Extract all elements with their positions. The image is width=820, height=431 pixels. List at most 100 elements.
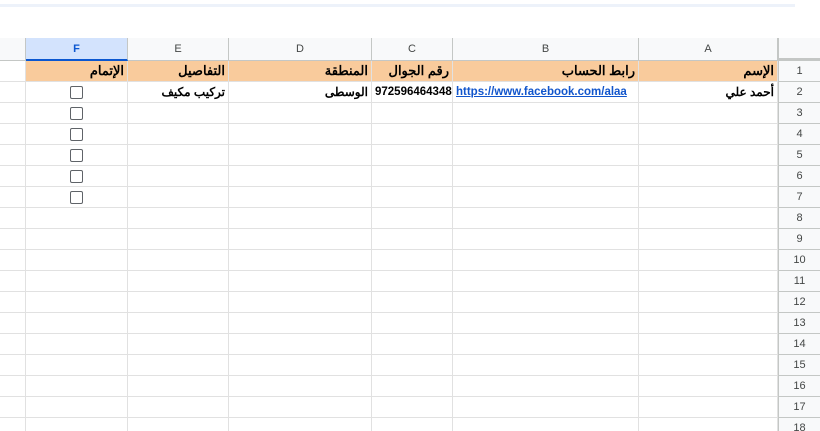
cell-e10[interactable] bbox=[128, 250, 229, 271]
cell-b2[interactable]: https://www.facebook.com/alaa bbox=[453, 82, 639, 103]
cell-g1[interactable] bbox=[0, 61, 26, 82]
cell-c11[interactable] bbox=[372, 271, 453, 292]
cell-a14[interactable] bbox=[639, 334, 778, 355]
cell-g3[interactable] bbox=[0, 103, 26, 124]
cell-d7[interactable] bbox=[229, 187, 372, 208]
cell-f10[interactable] bbox=[26, 250, 128, 271]
cell-a11[interactable] bbox=[639, 271, 778, 292]
row-header-5[interactable]: 5 bbox=[778, 145, 820, 166]
cell-b15[interactable] bbox=[453, 355, 639, 376]
cell-b4[interactable] bbox=[453, 124, 639, 145]
cell-b3[interactable] bbox=[453, 103, 639, 124]
cell-c8[interactable] bbox=[372, 208, 453, 229]
cell-d2[interactable]: الوسطى bbox=[229, 82, 372, 103]
cell-f7[interactable] bbox=[26, 187, 128, 208]
cell-f15[interactable] bbox=[26, 355, 128, 376]
row-header-14[interactable]: 14 bbox=[778, 334, 820, 355]
column-header-f[interactable]: F bbox=[26, 38, 128, 61]
row-header-2[interactable]: 2 bbox=[778, 82, 820, 103]
cell-a17[interactable] bbox=[639, 397, 778, 418]
cell-a9[interactable] bbox=[639, 229, 778, 250]
row-header-10[interactable]: 10 bbox=[778, 250, 820, 271]
cell-b17[interactable] bbox=[453, 397, 639, 418]
cell-g9[interactable] bbox=[0, 229, 26, 250]
cell-a7[interactable] bbox=[639, 187, 778, 208]
cell-f16[interactable] bbox=[26, 376, 128, 397]
cell-e17[interactable] bbox=[128, 397, 229, 418]
cell-c15[interactable] bbox=[372, 355, 453, 376]
cell-b16[interactable] bbox=[453, 376, 639, 397]
cell-f6[interactable] bbox=[26, 166, 128, 187]
cell-d1[interactable]: المنطقة bbox=[229, 61, 372, 82]
cell-f3[interactable] bbox=[26, 103, 128, 124]
cell-b1[interactable]: رابط الحساب bbox=[453, 61, 639, 82]
cell-g5[interactable] bbox=[0, 145, 26, 166]
cell-g4[interactable] bbox=[0, 124, 26, 145]
cell-a12[interactable] bbox=[639, 292, 778, 313]
cell-b11[interactable] bbox=[453, 271, 639, 292]
column-header-c[interactable]: C bbox=[372, 38, 453, 61]
completion-checkbox[interactable] bbox=[70, 127, 83, 141]
cell-d16[interactable] bbox=[229, 376, 372, 397]
cell-b6[interactable] bbox=[453, 166, 639, 187]
cell-e3[interactable] bbox=[128, 103, 229, 124]
cell-g7[interactable] bbox=[0, 187, 26, 208]
cell-g18[interactable] bbox=[0, 418, 26, 431]
cell-d17[interactable] bbox=[229, 397, 372, 418]
cell-e6[interactable] bbox=[128, 166, 229, 187]
cell-e13[interactable] bbox=[128, 313, 229, 334]
cell-b9[interactable] bbox=[453, 229, 639, 250]
cell-f18[interactable] bbox=[26, 418, 128, 431]
cell-c14[interactable] bbox=[372, 334, 453, 355]
column-header-a[interactable]: A bbox=[639, 38, 778, 61]
cell-d6[interactable] bbox=[229, 166, 372, 187]
column-header-d[interactable]: D bbox=[229, 38, 372, 61]
cell-g14[interactable] bbox=[0, 334, 26, 355]
row-header-6[interactable]: 6 bbox=[778, 166, 820, 187]
cell-a6[interactable] bbox=[639, 166, 778, 187]
completion-checkbox[interactable] bbox=[70, 148, 83, 162]
cell-f17[interactable] bbox=[26, 397, 128, 418]
row-header-11[interactable]: 11 bbox=[778, 271, 820, 292]
cell-d13[interactable] bbox=[229, 313, 372, 334]
cell-d9[interactable] bbox=[229, 229, 372, 250]
cell-a2[interactable]: أحمد علي bbox=[639, 82, 778, 103]
cell-b10[interactable] bbox=[453, 250, 639, 271]
cell-e8[interactable] bbox=[128, 208, 229, 229]
cell-b14[interactable] bbox=[453, 334, 639, 355]
column-header-e[interactable]: E bbox=[128, 38, 229, 61]
cell-e5[interactable] bbox=[128, 145, 229, 166]
cell-a16[interactable] bbox=[639, 376, 778, 397]
column-header-b[interactable]: B bbox=[453, 38, 639, 61]
cell-c5[interactable] bbox=[372, 145, 453, 166]
cell-e11[interactable] bbox=[128, 271, 229, 292]
cell-g16[interactable] bbox=[0, 376, 26, 397]
completion-checkbox[interactable] bbox=[70, 169, 83, 183]
row-header-12[interactable]: 12 bbox=[778, 292, 820, 313]
cell-f14[interactable] bbox=[26, 334, 128, 355]
cell-e4[interactable] bbox=[128, 124, 229, 145]
column-header-g[interactable] bbox=[0, 38, 26, 61]
row-header-1[interactable]: 1 bbox=[778, 61, 820, 82]
cell-e9[interactable] bbox=[128, 229, 229, 250]
cell-g2[interactable] bbox=[0, 82, 26, 103]
cell-e15[interactable] bbox=[128, 355, 229, 376]
cell-c13[interactable] bbox=[372, 313, 453, 334]
cell-d11[interactable] bbox=[229, 271, 372, 292]
cell-f13[interactable] bbox=[26, 313, 128, 334]
cell-g10[interactable] bbox=[0, 250, 26, 271]
cell-f5[interactable] bbox=[26, 145, 128, 166]
cell-g8[interactable] bbox=[0, 208, 26, 229]
cell-a18[interactable] bbox=[639, 418, 778, 431]
cell-f11[interactable] bbox=[26, 271, 128, 292]
row-header-3[interactable]: 3 bbox=[778, 103, 820, 124]
cell-f8[interactable] bbox=[26, 208, 128, 229]
row-header-9[interactable]: 9 bbox=[778, 229, 820, 250]
row-header-15[interactable]: 15 bbox=[778, 355, 820, 376]
cell-e16[interactable] bbox=[128, 376, 229, 397]
cell-g12[interactable] bbox=[0, 292, 26, 313]
row-header-13[interactable]: 13 bbox=[778, 313, 820, 334]
cell-g17[interactable] bbox=[0, 397, 26, 418]
cell-e18[interactable] bbox=[128, 418, 229, 431]
cell-g15[interactable] bbox=[0, 355, 26, 376]
